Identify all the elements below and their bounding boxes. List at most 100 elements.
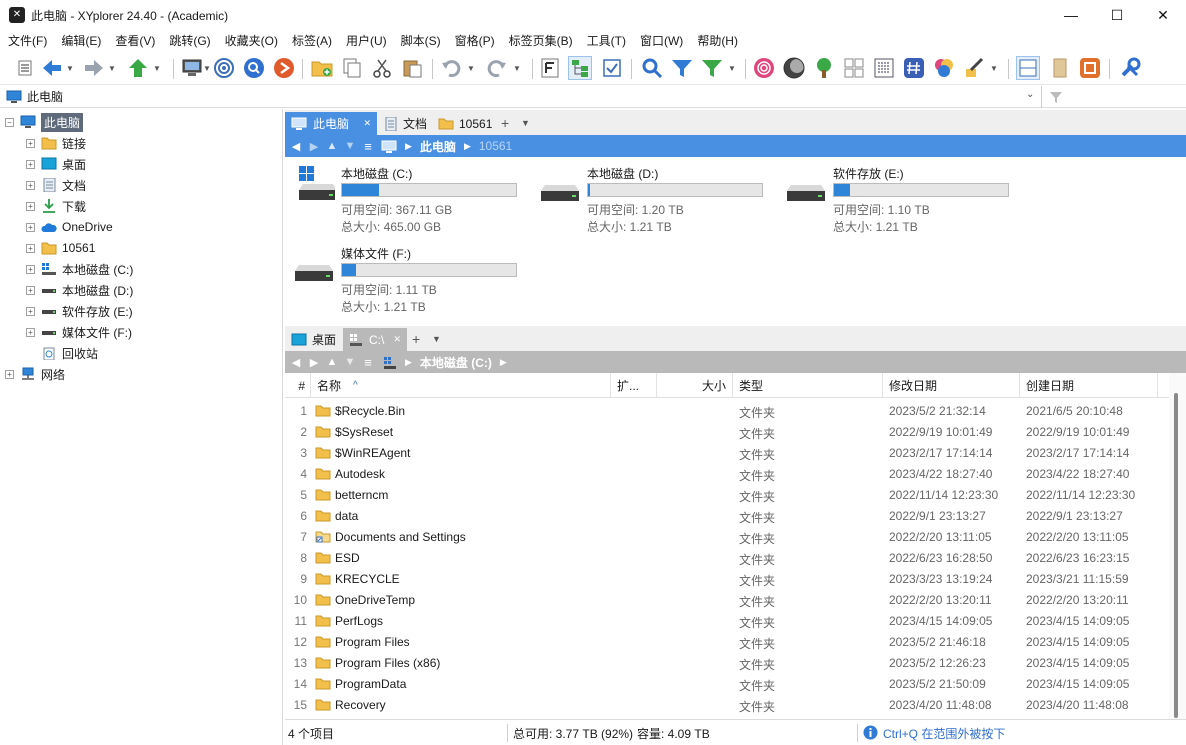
expand-toggle-icon[interactable]: + — [26, 264, 35, 274]
menu-view[interactable]: 查看(V) — [115, 32, 155, 49]
address-bar[interactable]: 此电脑 ⌄ — [0, 86, 1186, 108]
table-row[interactable]: 8 ESD 文件夹 2022/6/23 16:28:50 2022/6/23 16:23… — [285, 548, 1169, 569]
tools-icon[interactable] — [1118, 56, 1142, 80]
redo-icon[interactable] — [484, 56, 508, 80]
table-row[interactable]: 6 data 文件夹 2022/9/1 23:13:27 2022/9/1 23:13:… — [285, 506, 1169, 527]
copy-icon[interactable] — [340, 56, 364, 80]
toolbar-menu-icon[interactable] — [14, 56, 36, 80]
drive-c-tile[interactable]: 本地磁盘 (C:) 可用空间: 367.11 GB 总大小: 465.00 GB — [285, 165, 525, 235]
expand-toggle-icon[interactable]: + — [26, 180, 35, 190]
table-row[interactable]: 9 KRECYCLE 文件夹 2023/3/23 13:19:24 2023/3/21 … — [285, 569, 1169, 590]
menu-favorites[interactable]: 收藏夹(O) — [225, 32, 278, 49]
pane-down-icon[interactable]: ▼ — [341, 140, 359, 152]
pane-forward-icon[interactable]: ▶ — [305, 140, 323, 153]
new-folder-icon[interactable] — [310, 56, 334, 80]
preview-icon[interactable] — [1078, 56, 1102, 80]
table-row[interactable]: 5 betterncm 文件夹 2022/11/14 12:23:30 2022/11/… — [285, 485, 1169, 506]
filter-icon[interactable] — [670, 56, 694, 80]
address-text[interactable]: 此电脑 — [27, 88, 63, 105]
pane-menu-icon[interactable]: ≡ — [359, 355, 377, 370]
drive-f-tile[interactable]: 媒体文件 (F:) 可用空间: 1.11 TB 总大小: 1.21 TB — [285, 245, 525, 315]
expand-toggle-icon[interactable]: + — [26, 222, 35, 232]
redo-dropdown-icon[interactable]: ▼ — [513, 64, 521, 73]
crumb-history[interactable]: 10561 — [479, 139, 512, 153]
menu-file[interactable]: 文件(F) — [8, 32, 47, 49]
menu-scripting[interactable]: 脚本(S) — [401, 32, 441, 49]
undo-dropdown-icon[interactable]: ▼ — [467, 64, 475, 73]
table-row[interactable]: 11 PerfLogs 文件夹 2023/4/15 14:09:05 2023/4/15… — [285, 611, 1169, 632]
details-view-icon[interactable] — [872, 56, 896, 80]
tree-item-drive-e[interactable]: + 软件存放 (E:) — [26, 301, 133, 321]
thumbnails-icon[interactable] — [842, 56, 866, 80]
brush-dropdown-icon[interactable]: ▼ — [990, 64, 998, 73]
pane-menu-icon[interactable]: ≡ — [359, 139, 377, 154]
tree-item-recycle-bin[interactable]: 回收站 — [41, 343, 98, 363]
menu-help[interactable]: 帮助(H) — [697, 32, 738, 49]
hash-icon[interactable] — [902, 56, 926, 80]
menu-window[interactable]: 窗口(W) — [640, 32, 683, 49]
tree-item-this-pc[interactable]: − 此电脑 — [5, 112, 84, 132]
expand-toggle-icon[interactable]: + — [26, 201, 35, 211]
tab-close-icon[interactable]: ✕ — [393, 334, 401, 345]
tab-10561[interactable]: 10561 — [432, 112, 498, 135]
tree-item-downloads[interactable]: + 下载 — [26, 196, 86, 216]
table-row[interactable]: 7 Documents and Settings 文件夹 2022/2/20 13:1… — [285, 527, 1169, 548]
info-panel-icon[interactable] — [1048, 56, 1072, 80]
tree-item-onedrive[interactable]: + OneDrive — [26, 217, 113, 237]
expand-toggle-icon[interactable]: + — [26, 306, 35, 316]
pane-back-icon[interactable]: ◀ — [287, 356, 305, 369]
column-header-extension[interactable]: 扩... — [611, 373, 657, 398]
filter-list-icon[interactable] — [538, 56, 562, 80]
menu-tabsets[interactable]: 标签页集(B) — [509, 32, 573, 49]
table-row[interactable]: 1 $Recycle.Bin 文件夹 2023/5/2 21:32:14 2021/6/… — [285, 401, 1169, 422]
dark-mode-icon[interactable] — [782, 56, 806, 80]
target-icon[interactable] — [212, 56, 236, 80]
spiral-icon[interactable] — [752, 56, 776, 80]
menu-user[interactable]: 用户(U) — [346, 32, 387, 49]
cut-icon[interactable] — [370, 56, 394, 80]
expand-toggle-icon[interactable]: + — [5, 369, 14, 379]
highlight-brush-icon[interactable] — [962, 56, 986, 80]
menu-tags[interactable]: 标签(A) — [292, 32, 332, 49]
collapse-toggle-icon[interactable]: − — [5, 117, 14, 127]
expand-toggle-icon[interactable]: + — [26, 285, 35, 295]
tree-item-desktop[interactable]: + 桌面 — [26, 154, 86, 174]
new-tab-icon[interactable]: + — [501, 115, 509, 131]
tab-documents[interactable]: 文档 — [378, 112, 433, 135]
tree-item-documents[interactable]: + 文档 — [26, 175, 86, 195]
tree-item-drive-f[interactable]: + 媒体文件 (F:) — [26, 322, 132, 342]
tree-icon[interactable] — [812, 56, 836, 80]
tab-desktop[interactable]: 桌面 — [285, 328, 342, 351]
pane-up-icon[interactable]: ▲ — [323, 356, 341, 368]
checkbox-toggle-icon[interactable] — [600, 56, 624, 80]
table-row[interactable]: 2 $SysReset 文件夹 2022/9/19 10:01:49 2022/9/19… — [285, 422, 1169, 443]
column-header-size[interactable]: 大小 — [657, 373, 733, 398]
filter-dropdown-icon[interactable]: ▼ — [728, 64, 736, 73]
scrollbar-thumb[interactable] — [1174, 393, 1178, 718]
tree-item-network[interactable]: + 网络 — [5, 364, 65, 384]
table-row[interactable]: 4 Autodesk 文件夹 2023/4/22 18:27:40 2023/4/22 … — [285, 464, 1169, 485]
menu-edit[interactable]: 编辑(E) — [61, 32, 101, 49]
computer-icon[interactable] — [180, 56, 204, 80]
tree-item-drive-c[interactable]: + 本地磁盘 (C:) — [26, 259, 133, 279]
column-header-number[interactable]: # — [285, 373, 311, 398]
tree-item-links[interactable]: + 链接 — [26, 133, 86, 153]
column-header-modified[interactable]: 修改日期 — [883, 373, 1020, 398]
table-row[interactable]: 14 ProgramData 文件夹 2023/5/2 21:50:09 2023/4/… — [285, 674, 1169, 695]
pane-back-icon[interactable]: ◀ — [287, 140, 305, 153]
tab-drive-c[interactable]: C:\ ✕ — [343, 328, 407, 351]
up-arrow-icon[interactable] — [126, 56, 150, 80]
column-header-created[interactable]: 创建日期 — [1020, 373, 1158, 398]
search-icon[interactable] — [640, 56, 664, 80]
drive-e-tile[interactable]: 软件存放 (E:) 可用空间: 1.10 TB 总大小: 1.21 TB — [777, 165, 1017, 235]
goto-circle-icon[interactable] — [272, 56, 296, 80]
tree-toggle-icon[interactable] — [568, 56, 592, 80]
find-circle-icon[interactable] — [242, 56, 266, 80]
table-row[interactable]: 3 $WinREAgent 文件夹 2023/2/17 17:14:14 2023/2/… — [285, 443, 1169, 464]
expand-toggle-icon[interactable]: + — [26, 327, 35, 337]
expand-toggle-icon[interactable]: + — [26, 138, 35, 148]
tab-close-icon[interactable]: ✕ — [363, 118, 371, 129]
forward-dropdown-icon[interactable]: ▼ — [108, 64, 116, 73]
address-dropdown-icon[interactable]: ⌄ — [1026, 89, 1034, 100]
table-row[interactable]: 15 Recovery 文件夹 2023/4/20 11:48:08 2023/4/20… — [285, 695, 1169, 716]
